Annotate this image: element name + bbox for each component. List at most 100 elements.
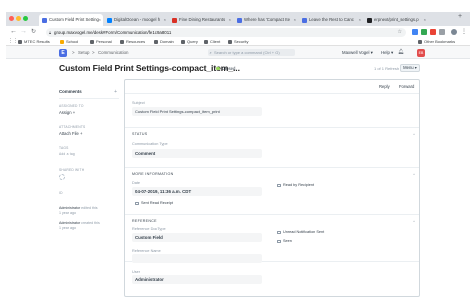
apps-grid-icon[interactable]: ⋮⋮ bbox=[8, 39, 18, 44]
user-menu[interactable]: Maxwell Vogel ▾ bbox=[342, 46, 373, 59]
browser-tab-strip: Custom Field Print Setting × DigitalOcean … bbox=[6, 12, 470, 26]
status-indicator: Closed bbox=[216, 66, 235, 71]
tags-section: TAGS Add a tag bbox=[59, 146, 119, 156]
sent-read-receipt-checkbox[interactable]: Sent Read Receipt bbox=[135, 201, 173, 205]
collapse-icon[interactable]: ^ bbox=[413, 132, 415, 137]
reference-heading: REFERENCE bbox=[132, 219, 157, 223]
tab-title: erpnext/print_settings.p bbox=[374, 17, 419, 22]
forward-icon[interactable]: → bbox=[20, 27, 27, 37]
bookmark-item[interactable]: School bbox=[60, 39, 78, 45]
close-tab-icon[interactable]: × bbox=[99, 14, 101, 26]
browser-tab[interactable]: Where has 'Compact Ite × bbox=[234, 14, 298, 26]
browser-tab[interactable]: erpnext/print_settings.p × bbox=[364, 14, 428, 26]
date-value: 04-07-2019, 11:36 a.m. CDT bbox=[135, 189, 192, 194]
status-section-heading: STATUS bbox=[132, 132, 148, 136]
folder-icon bbox=[90, 40, 94, 44]
favicon-icon bbox=[367, 17, 372, 23]
subject-label: Subject bbox=[132, 101, 145, 105]
reference-doctype-label: Reference DocType bbox=[132, 227, 166, 231]
search-icon: ⌕ bbox=[209, 50, 212, 55]
zoom-window-icon[interactable] bbox=[23, 16, 28, 21]
close-tab-icon[interactable]: × bbox=[359, 14, 361, 26]
bookmark-item[interactable]: Domain bbox=[154, 39, 174, 45]
search-placeholder: Search or type a command (Ctrl + G) bbox=[214, 50, 280, 55]
add-tag-input[interactable]: Add a tag bbox=[59, 152, 119, 156]
bookmark-star-icon[interactable]: ☆ bbox=[398, 28, 402, 37]
folder-icon bbox=[18, 40, 22, 44]
subject-value: Custom Field Print Settings-compact_item… bbox=[135, 109, 220, 114]
folder-icon bbox=[154, 40, 158, 44]
extension-icon[interactable] bbox=[430, 28, 436, 35]
folder-icon bbox=[418, 40, 422, 44]
other-bookmarks[interactable]: Other Bookmarks bbox=[418, 39, 455, 45]
assign-link[interactable]: Assign + bbox=[59, 110, 119, 115]
timeline: Administrator edited this 1 year ago Adm… bbox=[59, 206, 119, 231]
record-pager[interactable]: 1 of 1 Refresh bbox=[374, 66, 399, 71]
browser-tab[interactable]: Custom Field Print Setting × bbox=[39, 14, 103, 26]
collapse-icon[interactable]: ^ bbox=[413, 172, 415, 177]
bookmark-item[interactable]: Security bbox=[228, 39, 248, 45]
breadcrumb-separator: > bbox=[72, 50, 75, 55]
bookmark-item[interactable]: Client bbox=[204, 39, 220, 45]
favicon-icon bbox=[172, 17, 177, 23]
close-tab-icon[interactable]: × bbox=[294, 14, 296, 26]
page-body: Comments + ASSIGNED TO Assign + ATTACHME… bbox=[6, 79, 470, 297]
tab-title: Where has 'Compact Ite bbox=[244, 17, 290, 22]
unread-notification-checkbox[interactable]: Unread Notification Sent bbox=[277, 230, 324, 234]
bookmark-label: Security bbox=[234, 39, 249, 44]
profile-avatar-icon[interactable] bbox=[451, 28, 457, 35]
attach-file-link[interactable]: Attach File + bbox=[59, 131, 119, 136]
add-share-icon[interactable] bbox=[59, 174, 65, 180]
bookmark-item[interactable]: MTEC Results bbox=[18, 39, 50, 45]
app-navbar: E > Setup > Communication ⌕ Search or ty… bbox=[6, 46, 470, 59]
comments-heading: Comments bbox=[59, 89, 82, 94]
reload-icon[interactable]: ↻ bbox=[31, 27, 36, 37]
browser-tab[interactable]: DigitalOcean - moogel h × bbox=[104, 14, 168, 26]
app-logo[interactable]: E bbox=[59, 48, 67, 57]
checkbox-icon bbox=[277, 183, 281, 187]
status-section: STATUS ^ Communication Type Comment bbox=[125, 128, 419, 168]
folder-icon bbox=[181, 40, 185, 44]
bookmark-item[interactable]: Personal bbox=[90, 39, 112, 45]
attachments-label: ATTACHMENTS bbox=[59, 125, 86, 129]
bookmarks-bar: ⋮⋮ MTEC Results School Personal Resources Do… bbox=[6, 38, 470, 46]
avatar[interactable]: EB bbox=[417, 49, 425, 57]
reply-button[interactable]: Reply bbox=[379, 84, 390, 89]
bookmark-item[interactable]: Query bbox=[181, 39, 198, 45]
new-tab-button[interactable]: + bbox=[458, 13, 462, 20]
browser-tab[interactable]: Fine Dining Restaurants × bbox=[169, 14, 233, 26]
close-tab-icon[interactable]: × bbox=[424, 14, 426, 26]
extension-icon[interactable] bbox=[412, 28, 418, 35]
shared-section: SHARED WITH bbox=[59, 168, 119, 180]
browser-menu-icon[interactable]: ⋮ bbox=[461, 27, 467, 37]
seen-checkbox[interactable]: Seen bbox=[277, 239, 292, 243]
browser-tab[interactable]: Leave the Rest to Canc × bbox=[299, 14, 363, 26]
assigned-to-label: ASSIGNED TO bbox=[59, 104, 84, 108]
close-window-icon[interactable] bbox=[9, 16, 14, 21]
add-comment-icon[interactable]: + bbox=[114, 89, 117, 95]
communication-type-label: Communication Type bbox=[132, 142, 168, 146]
address-bar[interactable]: 🔒︎ group.maxvogel.me/desk#Form/Communica… bbox=[46, 27, 406, 37]
bookmark-label: Resources bbox=[126, 39, 146, 44]
breadcrumb-communication[interactable]: Communication bbox=[98, 46, 129, 59]
help-menu[interactable]: Help ▾ bbox=[381, 46, 393, 59]
menu-button[interactable]: Menu ▾ bbox=[400, 64, 420, 72]
bookmark-label: Personal bbox=[96, 39, 112, 44]
notifications-bell-icon[interactable]: 🔔︎ bbox=[398, 46, 404, 59]
extension-icon[interactable] bbox=[439, 28, 445, 35]
read-by-recipient-checkbox[interactable]: Read by Recipient bbox=[277, 183, 314, 187]
close-tab-icon[interactable]: × bbox=[164, 14, 166, 26]
awesome-bar-search[interactable]: ⌕ Search or type a command (Ctrl + G) bbox=[208, 49, 295, 56]
shared-with-label: SHARED WITH bbox=[59, 168, 85, 172]
breadcrumb-setup[interactable]: Setup bbox=[78, 46, 89, 59]
bookmark-item[interactable]: Resources bbox=[120, 39, 145, 45]
back-icon[interactable]: ← bbox=[10, 27, 17, 37]
collapse-icon[interactable]: ^ bbox=[413, 219, 415, 224]
breadcrumb-separator: > bbox=[92, 50, 95, 55]
minimize-window-icon[interactable] bbox=[16, 16, 21, 21]
forward-button[interactable]: Forward bbox=[399, 84, 414, 89]
favicon-icon bbox=[302, 17, 307, 23]
id-label: ID bbox=[59, 191, 63, 195]
extension-icon[interactable] bbox=[421, 28, 427, 35]
close-tab-icon[interactable]: × bbox=[229, 14, 231, 26]
